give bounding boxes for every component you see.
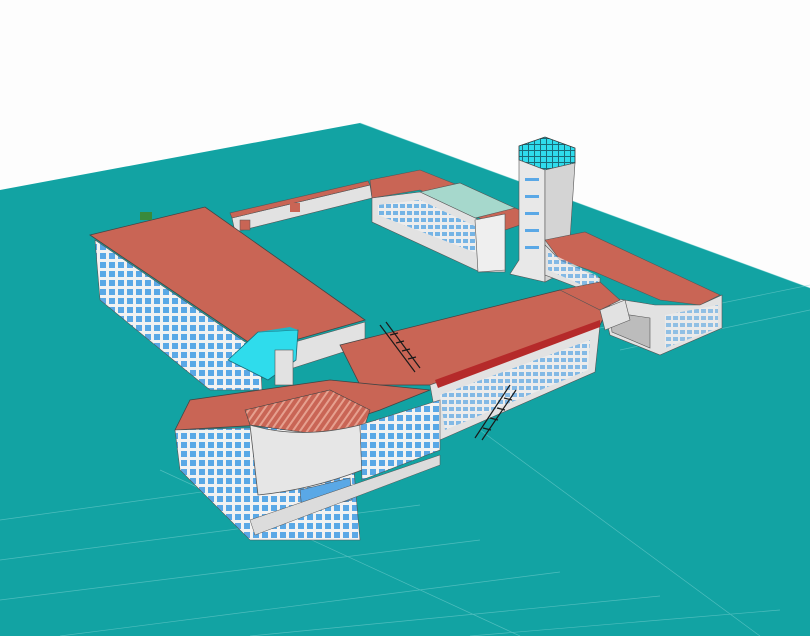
3d-viewport[interactable] (0, 0, 810, 636)
building-model-render[interactable] (0, 0, 810, 636)
